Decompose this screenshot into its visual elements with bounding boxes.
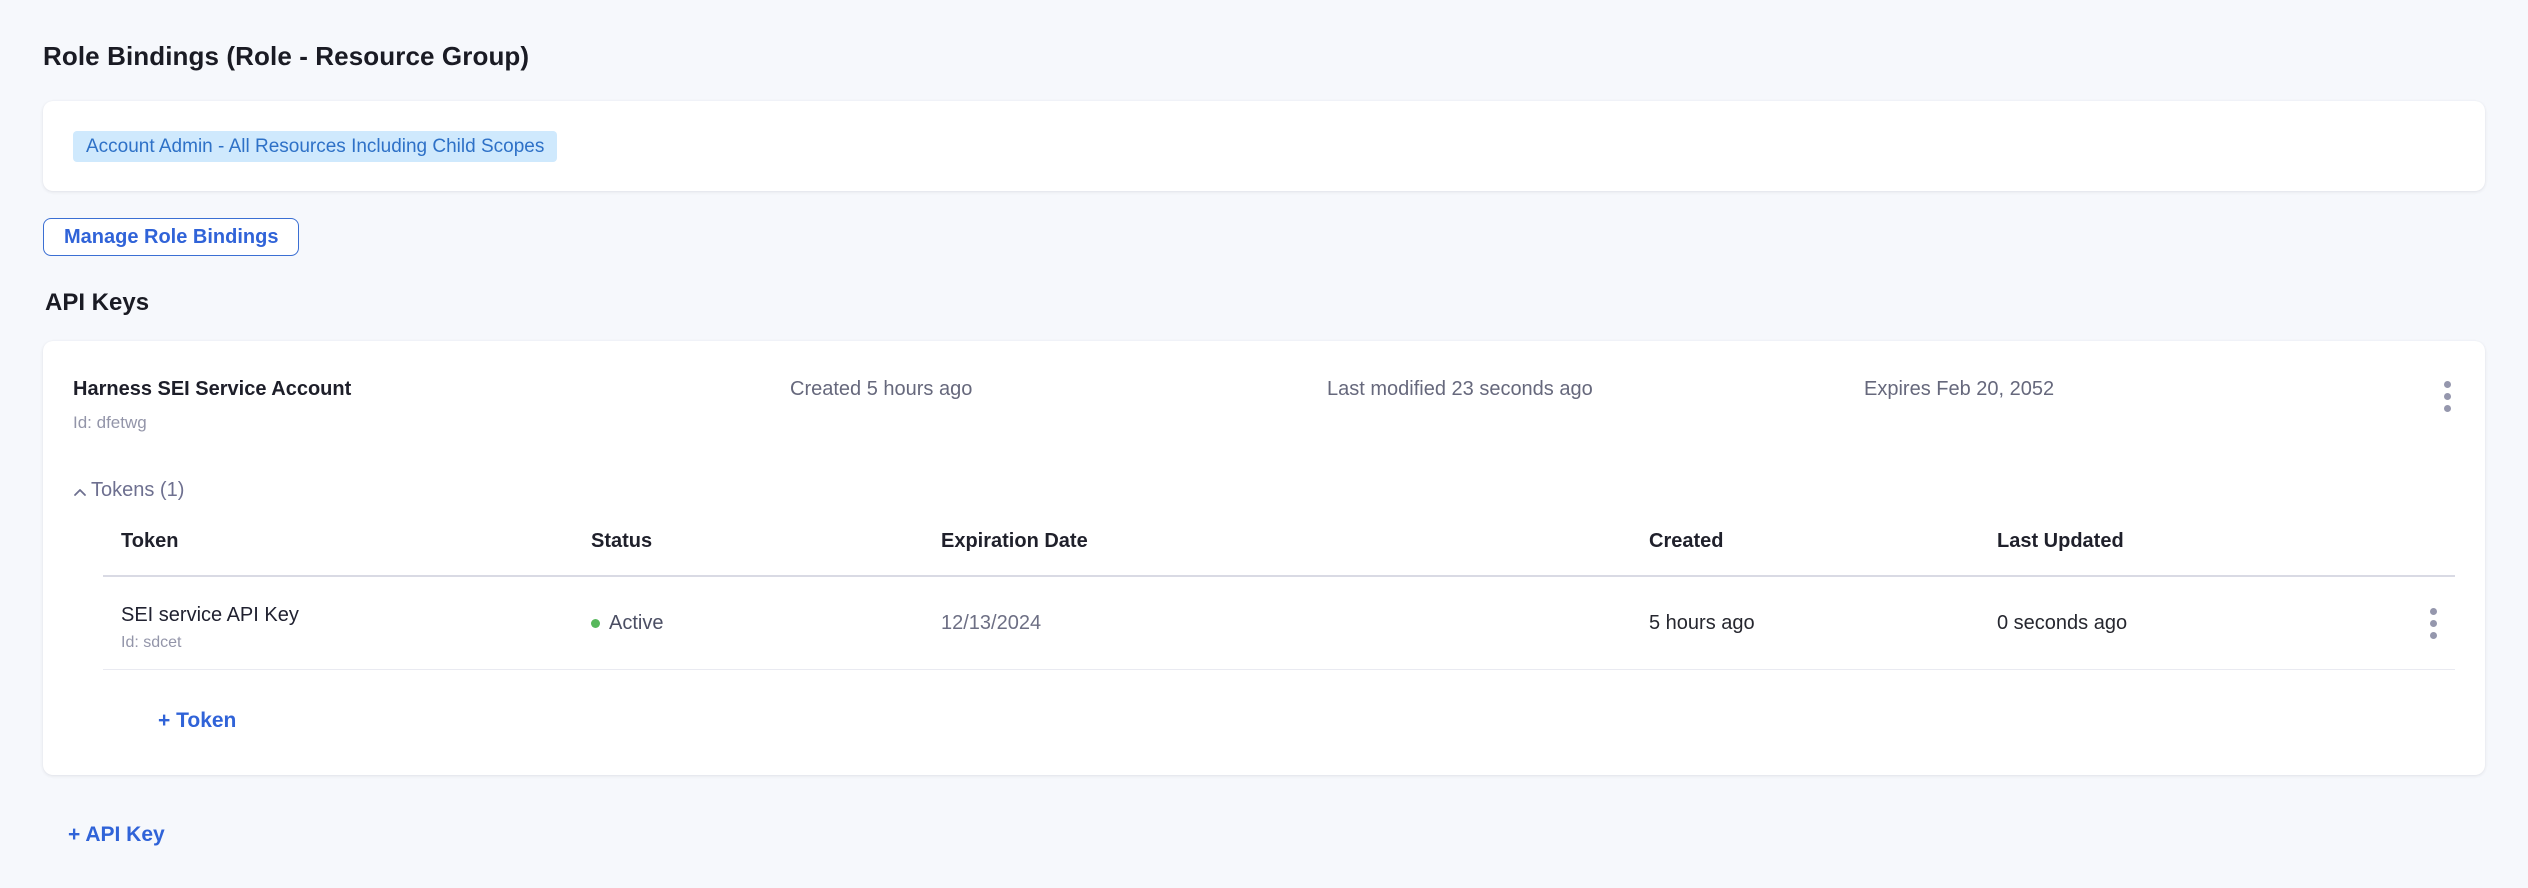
role-bindings-card: Account Admin - All Resources Including … [43,101,2485,191]
role-binding-chip[interactable]: Account Admin - All Resources Including … [73,131,557,162]
token-name: SEI service API Key [121,603,573,627]
tokens-table: Token Status Expiration Date Created Las… [103,530,2455,733]
api-key-id: Id: dfetwg [73,413,790,433]
col-header-last-updated: Last Updated [1979,530,2363,575]
token-row: SEI service API Key Id: sdcet Active 12/… [103,577,2455,670]
api-key-card: Harness SEI Service Account Id: dfetwg C… [43,341,2485,775]
token-id: Id: sdcet [121,633,573,653]
kebab-menu-icon [2430,608,2437,615]
kebab-menu-icon [2444,381,2451,388]
api-keys-heading: API Keys [45,289,2485,317]
tokens-toggle-label: Tokens (1) [91,478,184,502]
page-title: Role Bindings (Role - Resource Group) [43,40,2485,72]
manage-role-bindings-button[interactable]: Manage Role Bindings [43,218,299,256]
col-header-created: Created [1631,530,1979,575]
api-key-menu-button[interactable] [2440,377,2455,416]
col-header-token: Token [103,530,573,575]
token-expiration-date: 12/13/2024 [923,612,1631,635]
col-header-expiration-date: Expiration Date [923,530,1631,575]
token-name-block: SEI service API Key Id: sdcet [103,577,573,669]
chevron-up-icon [73,479,87,503]
token-status-cell: Active [573,612,923,635]
tokens-table-header: Token Status Expiration Date Created Las… [103,530,2455,577]
api-key-last-modified: Last modified 23 seconds ago [1327,377,1864,401]
api-key-expires: Expires Feb 20, 2052 [1864,377,2415,401]
add-token-link[interactable]: + Token [158,708,236,733]
token-status: Active [609,612,663,635]
tokens-toggle[interactable]: Tokens (1) [73,477,184,503]
api-key-header: Harness SEI Service Account Id: dfetwg C… [73,377,2455,433]
add-api-key-link[interactable]: + API Key [68,822,165,847]
status-active-dot-icon [591,619,600,628]
token-last-updated: 0 seconds ago [1979,612,2363,635]
token-menu-button[interactable] [2426,604,2441,643]
token-created: 5 hours ago [1631,612,1979,635]
api-key-created: Created 5 hours ago [790,377,1327,401]
account-details-page: Role Bindings (Role - Resource Group) Ac… [0,0,2528,847]
col-header-status: Status [573,530,923,575]
api-key-title-block: Harness SEI Service Account Id: dfetwg [73,377,790,433]
api-key-name: Harness SEI Service Account [73,377,790,401]
